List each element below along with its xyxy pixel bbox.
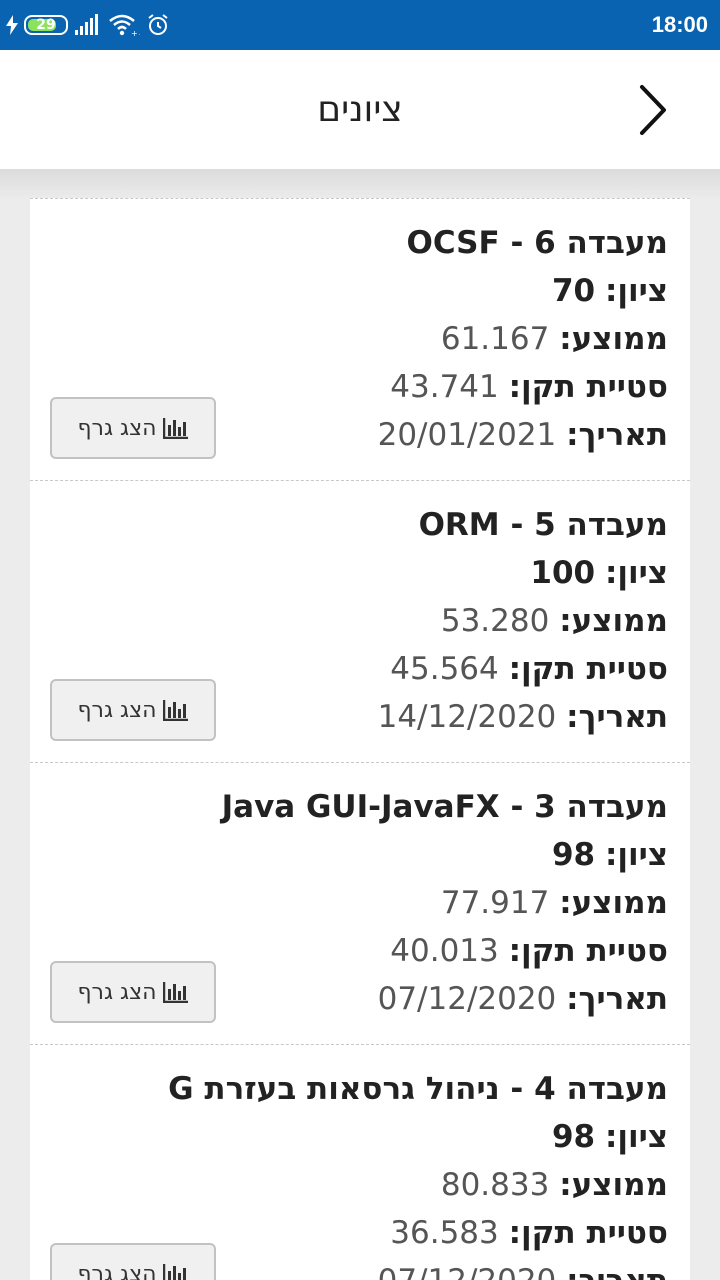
std-label: סטיית תקן: bbox=[508, 1215, 668, 1251]
item-title: מעבדה 5 - ORM bbox=[418, 507, 668, 543]
date-label: תאריך: bbox=[566, 699, 668, 735]
list-item: מעבדה 4 - ניהול גרסאות בעזרת G ציון: 98 … bbox=[30, 1045, 690, 1280]
date-label: תאריך: bbox=[566, 1263, 668, 1280]
show-graph-label: הצג גרף bbox=[77, 697, 157, 723]
grades-list: מעבדה 6 - OCSF ציון: 70 ממוצע: 61.167 סט… bbox=[30, 198, 690, 1280]
clock: 18:00 bbox=[651, 12, 708, 37]
status-icons: 29 +↓ bbox=[0, 13, 170, 37]
item-title: מעבדה 4 - ניהול גרסאות בעזרת G bbox=[168, 1071, 668, 1107]
std-value: 36.583 bbox=[390, 1215, 499, 1251]
date-label: תאריך: bbox=[566, 981, 668, 1017]
show-graph-label: הצג גרף bbox=[77, 979, 157, 1005]
grade-value: 100 bbox=[530, 555, 596, 591]
show-graph-button[interactable]: הצג גרף bbox=[50, 397, 216, 459]
list-item: מעבדה 3 - Java GUI-JavaFX ציון: 98 ממוצע… bbox=[30, 763, 690, 1045]
app-header: ציונים bbox=[0, 50, 720, 170]
status-bar: 29 +↓ 18:00 bbox=[0, 0, 720, 50]
bar-chart-icon bbox=[162, 1264, 186, 1280]
date-value: 07/12/2020 bbox=[378, 1263, 557, 1280]
std-value: 45.564 bbox=[390, 651, 499, 687]
date-label: תאריך: bbox=[566, 417, 668, 453]
std-label: סטיית תקן: bbox=[508, 369, 668, 405]
average-value: 80.833 bbox=[440, 1167, 550, 1203]
svg-text:+↓: +↓ bbox=[131, 29, 140, 37]
average-value: 77.917 bbox=[440, 885, 550, 921]
date-value: 20/01/2021 bbox=[377, 417, 557, 453]
bar-chart-icon bbox=[162, 982, 188, 1003]
bar-chart-icon bbox=[162, 418, 188, 439]
grade-label: ציון: bbox=[604, 837, 668, 873]
average-value: 53.280 bbox=[440, 603, 550, 639]
average-label: ממוצע: bbox=[559, 1167, 668, 1203]
bar-chart-icon bbox=[162, 700, 188, 721]
average-value: 61.167 bbox=[440, 321, 550, 357]
grade-label: ציון: bbox=[604, 273, 668, 309]
std-value: 40.013 bbox=[390, 933, 499, 969]
wifi-icon: +↓ bbox=[109, 14, 140, 37]
alarm-icon bbox=[148, 14, 168, 35]
chevron-right-icon bbox=[640, 85, 666, 135]
back-button[interactable] bbox=[628, 80, 678, 140]
signal-icon bbox=[75, 14, 98, 35]
std-label: סטיית תקן: bbox=[508, 933, 668, 969]
list-item: מעבדה 6 - OCSF ציון: 70 ממוצע: 61.167 סט… bbox=[30, 199, 690, 481]
show-graph-button[interactable]: הצג גרף bbox=[50, 961, 216, 1023]
grade-label: ציון: bbox=[604, 1119, 668, 1155]
std-value: 43.741 bbox=[390, 369, 499, 405]
grade-value: 98 bbox=[551, 837, 596, 873]
header-shadow bbox=[0, 170, 720, 200]
grade-value: 98 bbox=[551, 1119, 596, 1155]
grade-label: ציון: bbox=[604, 555, 668, 591]
std-label: סטיית תקן: bbox=[508, 651, 668, 687]
average-label: ממוצע: bbox=[559, 603, 668, 639]
show-graph-button[interactable]: הצג גרף bbox=[50, 1243, 216, 1280]
grade-value: 70 bbox=[551, 273, 596, 309]
battery-icon: 29 bbox=[24, 15, 68, 35]
show-graph-label: הצג גרף bbox=[77, 1261, 157, 1280]
average-label: ממוצע: bbox=[559, 321, 668, 357]
show-graph-button[interactable]: הצג גרף bbox=[50, 679, 216, 741]
item-title: מעבדה 3 - Java GUI-JavaFX bbox=[221, 789, 668, 825]
show-graph-label: הצג גרף bbox=[77, 415, 157, 441]
battery-level: 29 bbox=[36, 17, 56, 33]
charging-icon bbox=[6, 15, 18, 35]
date-value: 14/12/2020 bbox=[377, 699, 557, 735]
date-value: 07/12/2020 bbox=[377, 981, 557, 1017]
page-title: ציונים bbox=[317, 89, 403, 130]
list-item: מעבדה 5 - ORM ציון: 100 ממוצע: 53.280 סט… bbox=[30, 481, 690, 763]
item-title: מעבדה 6 - OCSF bbox=[406, 225, 668, 261]
average-label: ממוצע: bbox=[559, 885, 668, 921]
